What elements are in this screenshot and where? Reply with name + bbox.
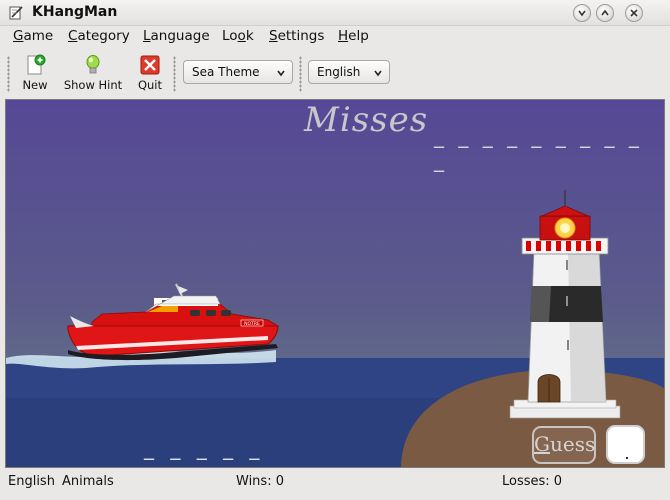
boat-name: NOTRE	[244, 321, 260, 327]
new-button[interactable]: New	[18, 54, 52, 94]
lightbulb-icon	[86, 55, 100, 74]
show-hint-label: Show Hint	[63, 78, 123, 92]
menu-look-label: k	[245, 28, 254, 44]
menu-help[interactable]: Help	[338, 28, 369, 44]
toolbar-grip[interactable]	[7, 56, 10, 92]
toolbar-grip-2[interactable]	[173, 56, 176, 92]
chevron-up-icon	[601, 9, 609, 16]
quit-button[interactable]: Quit	[134, 54, 166, 94]
menu-look-pre: Lo	[222, 28, 238, 44]
menu-game[interactable]: Game	[13, 28, 53, 44]
menu-settings-mnemonic: S	[269, 28, 278, 44]
guess-label: uess	[549, 432, 596, 456]
menu-help-mnemonic: H	[338, 28, 349, 44]
toolbar-grip-3[interactable]	[299, 56, 302, 92]
menu-language[interactable]: Language	[143, 28, 210, 44]
word-dashes: _ _ _ _ _	[144, 436, 265, 460]
boat: NOTRE	[67, 283, 280, 361]
chevron-down-icon	[578, 10, 586, 17]
menu-category-label: ategory	[77, 28, 130, 44]
maximize-button[interactable]	[596, 4, 614, 22]
menu-game-mnemonic: G	[13, 28, 24, 44]
status-language: English	[8, 474, 55, 489]
theme-select-value: Sea Theme	[192, 65, 260, 79]
show-hint-button[interactable]: Show Hint	[62, 54, 124, 94]
chevron-down-icon	[374, 70, 382, 77]
new-label: New	[22, 78, 48, 92]
toolbar: New Show Hint Quit Sea Theme English	[0, 50, 670, 96]
game-area: NOTRE Misses _ _ _ _ _ _ _ _ _ _ _ _ _ _…	[5, 99, 665, 468]
close-icon	[630, 9, 638, 17]
window-title: KHangMan	[32, 4, 118, 20]
guess-input[interactable]	[606, 425, 645, 464]
language-select[interactable]: English	[308, 60, 390, 84]
app-icon	[9, 6, 23, 20]
close-button[interactable]	[625, 4, 643, 22]
menu-help-label: elp	[348, 28, 369, 44]
quit-label: Quit	[137, 78, 163, 92]
menu-language-label: anguage	[150, 28, 210, 44]
status-bar: English Animals Wins: 0 Losses: 0	[0, 471, 670, 500]
menu-bar: Game Category Language Look Settings Hel…	[0, 26, 670, 48]
status-category: Animals	[62, 474, 114, 489]
minimize-button[interactable]	[573, 4, 591, 22]
language-select-value: English	[317, 65, 361, 79]
menu-settings-label: ettings	[277, 28, 325, 44]
new-document-icon	[27, 54, 46, 75]
guess-mnemonic: G	[534, 432, 550, 456]
misses-dashes: _ _ _ _ _ _ _ _ _ _	[434, 124, 643, 172]
menu-look[interactable]: Look	[222, 28, 254, 44]
guess-button[interactable]: Guess	[532, 426, 596, 464]
misses-label: Misses	[304, 100, 429, 140]
status-losses: Losses: 0	[502, 474, 563, 489]
menu-settings[interactable]: Settings	[269, 28, 324, 44]
menu-look-mnemonic: o	[237, 28, 246, 44]
theme-select[interactable]: Sea Theme	[183, 60, 293, 84]
menu-game-label: ame	[23, 28, 54, 44]
cursor-dot	[626, 457, 628, 459]
menu-language-mnemonic: L	[143, 28, 151, 44]
quit-icon	[140, 55, 160, 75]
menu-category[interactable]: Category	[68, 28, 130, 44]
title-bar[interactable]: KHangMan	[0, 0, 670, 26]
status-wins: Wins: 0	[236, 474, 284, 489]
chevron-down-icon	[277, 70, 285, 77]
